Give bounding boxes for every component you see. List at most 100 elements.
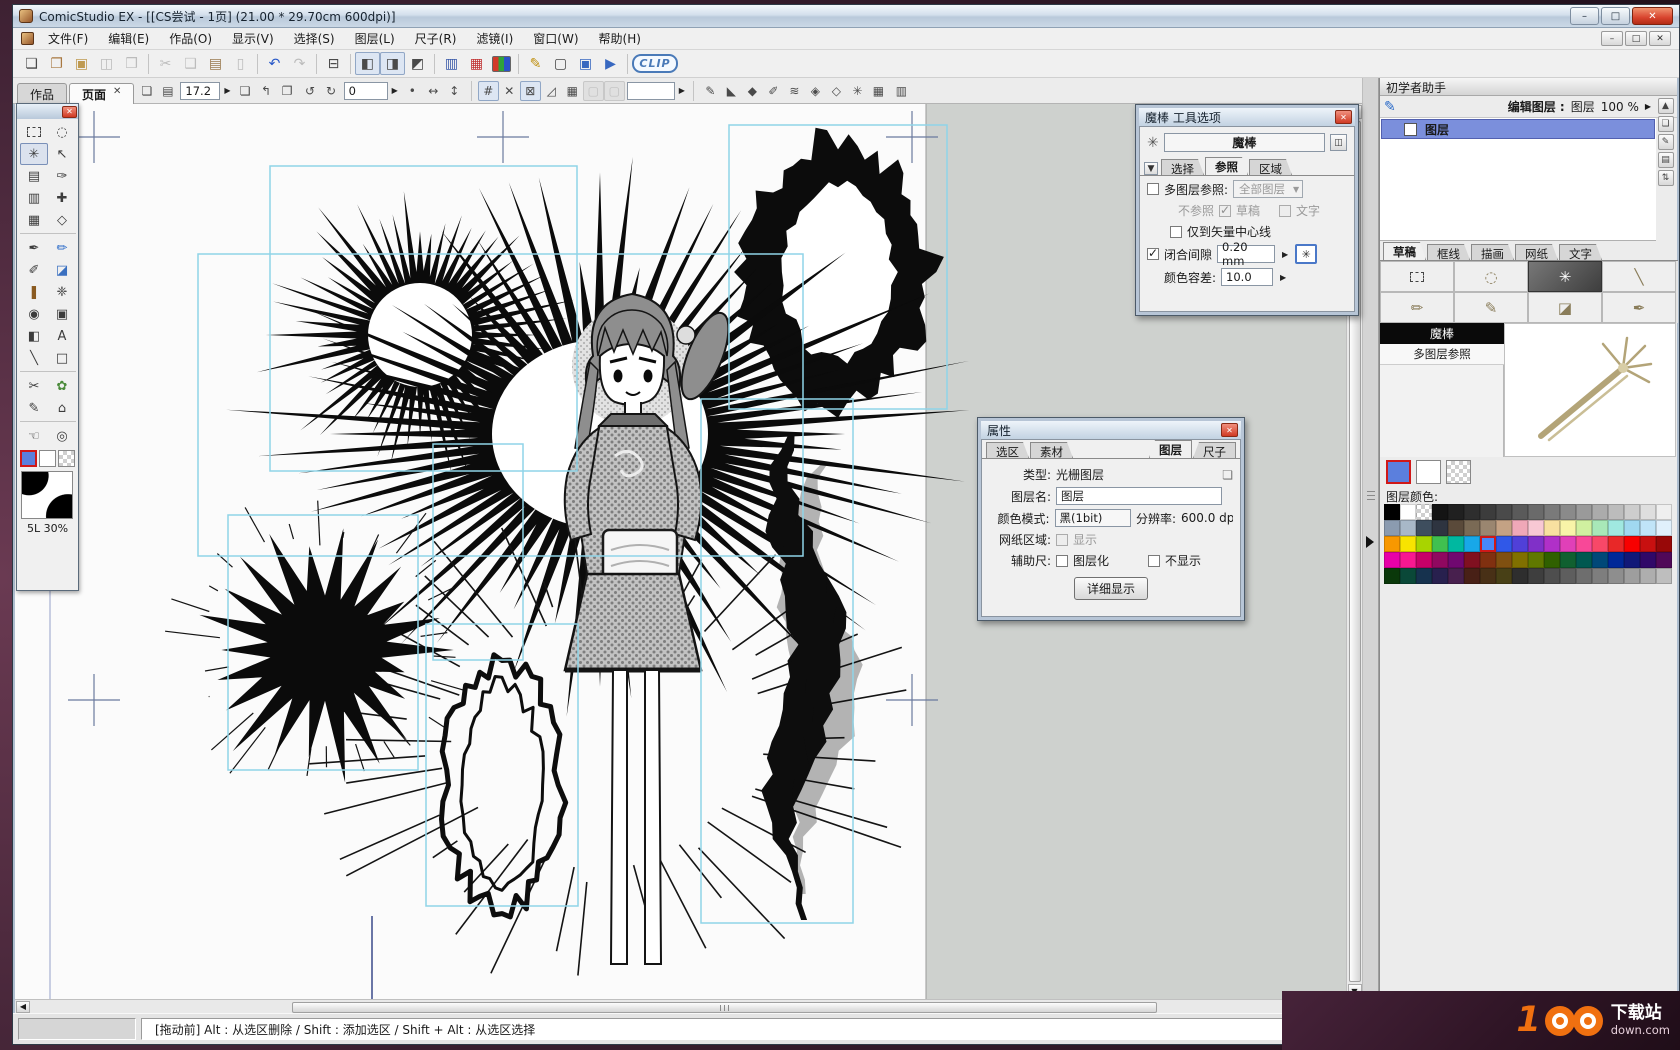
magic-wand-tool[interactable]: ✳ bbox=[1528, 261, 1602, 292]
palette-color[interactable] bbox=[1448, 552, 1464, 568]
menu-item-6[interactable]: 尺子(R) bbox=[405, 28, 467, 49]
palette-color[interactable] bbox=[1544, 536, 1560, 552]
window-both-icon[interactable]: ◩ bbox=[405, 52, 430, 75]
panel-blue-icon[interactable]: ▣ bbox=[573, 52, 598, 75]
palette-color[interactable] bbox=[1464, 552, 1480, 568]
palette-color[interactable] bbox=[1592, 552, 1608, 568]
layer-options-icon[interactable]: ▤ bbox=[1658, 152, 1674, 168]
pencil-tool[interactable]: ✏ bbox=[1380, 292, 1454, 323]
assistant-tab-3[interactable]: 网纸 bbox=[1515, 244, 1558, 260]
palette-color[interactable] bbox=[1528, 504, 1544, 520]
text-checkbox[interactable] bbox=[1279, 205, 1291, 217]
pen-tool[interactable]: ✒ bbox=[20, 237, 48, 259]
maximize-button[interactable]: □ bbox=[1601, 7, 1630, 25]
palette-color[interactable] bbox=[1448, 520, 1464, 536]
palette-color[interactable] bbox=[1576, 536, 1592, 552]
snap-opt1-icon[interactable]: ▢ bbox=[583, 81, 604, 101]
palette-color[interactable] bbox=[1512, 504, 1528, 520]
palette-color[interactable] bbox=[1464, 504, 1480, 520]
text-tool[interactable]: A bbox=[48, 325, 76, 347]
frame-tool-tool[interactable]: ▦ bbox=[20, 209, 48, 231]
hand-tool[interactable]: ☜ bbox=[20, 425, 48, 447]
palette-color[interactable] bbox=[1400, 520, 1416, 536]
layerize-checkbox[interactable] bbox=[1056, 555, 1068, 567]
close-palette-icon[interactable]: ✕ bbox=[62, 106, 77, 118]
print-icon[interactable]: ⊟ bbox=[321, 52, 346, 75]
palette-color[interactable] bbox=[1640, 568, 1656, 584]
minimize-button[interactable]: – bbox=[1570, 7, 1599, 25]
palette-color[interactable] bbox=[1544, 504, 1560, 520]
page-window-icon[interactable]: ❏ bbox=[136, 81, 157, 101]
triangle-ruler-icon[interactable]: ◣ bbox=[721, 81, 742, 101]
pen-tool[interactable]: ✎ bbox=[1454, 292, 1528, 323]
horizontal-scrollbar[interactable]: ◀ ▶ bbox=[15, 999, 1362, 1013]
palette-color[interactable] bbox=[1400, 552, 1416, 568]
play-icon[interactable]: ▶ bbox=[598, 52, 623, 75]
select-arrow-tool[interactable]: ↖ bbox=[48, 143, 76, 165]
flip-vertical-icon[interactable]: ↕ bbox=[444, 81, 465, 101]
new-story-icon[interactable]: ❐ bbox=[44, 52, 69, 75]
palette-color[interactable] bbox=[1656, 504, 1672, 520]
properties-left-tab-0[interactable]: 选区 bbox=[986, 442, 1029, 458]
palette-color[interactable] bbox=[1544, 568, 1560, 584]
palette-color[interactable] bbox=[1640, 552, 1656, 568]
tolerance-spin-icon[interactable]: ▶ bbox=[1278, 273, 1288, 282]
rotate-cw-icon[interactable]: ↻ bbox=[321, 81, 342, 101]
palette-color[interactable] bbox=[1608, 536, 1624, 552]
snap-grid-icon[interactable]: # bbox=[478, 81, 499, 101]
marquee-tool[interactable] bbox=[20, 121, 48, 143]
tolerance-field[interactable]: 10.0 bbox=[1221, 268, 1273, 286]
palette-color[interactable] bbox=[1432, 552, 1448, 568]
draft-checkbox[interactable] bbox=[1219, 205, 1231, 217]
magic-wand-tab-2[interactable]: 区域 bbox=[1249, 159, 1292, 175]
menu-item-9[interactable]: 帮助(H) bbox=[589, 28, 651, 49]
edit-layer-icon[interactable]: ✎ bbox=[1658, 134, 1674, 150]
palette-color[interactable] bbox=[1560, 536, 1576, 552]
checklist-icon[interactable]: ▦ bbox=[464, 52, 489, 75]
snap-frame-icon[interactable]: ⊠ bbox=[520, 81, 541, 101]
next-page-icon[interactable]: ❐ bbox=[277, 81, 298, 101]
window-story-icon[interactable]: ◧ bbox=[355, 52, 380, 75]
close-gap-field[interactable]: 0.20 mm bbox=[1217, 245, 1275, 263]
scroll-left-icon[interactable]: ◀ bbox=[16, 1001, 30, 1013]
palette-color[interactable] bbox=[1448, 568, 1464, 584]
tool-palette-titlebar[interactable]: ✕ bbox=[17, 104, 78, 119]
eraser-tool[interactable]: ◪ bbox=[48, 259, 76, 281]
palette-color[interactable] bbox=[1432, 536, 1448, 552]
palette-color[interactable] bbox=[1592, 504, 1608, 520]
palette-color[interactable] bbox=[1560, 504, 1576, 520]
assistant-tab-1[interactable]: 框线 bbox=[1427, 244, 1470, 260]
palette-color[interactable] bbox=[1512, 536, 1528, 552]
properties-left-tab-1[interactable]: 素材 bbox=[1030, 442, 1073, 458]
palette-color[interactable] bbox=[1512, 552, 1528, 568]
reorder-layer-icon[interactable]: ⇅ bbox=[1658, 170, 1674, 186]
menu-item-2[interactable]: 作品(O) bbox=[159, 28, 222, 49]
rotate-ccw-icon[interactable]: ↺ bbox=[300, 81, 321, 101]
ruler-select-field[interactable] bbox=[627, 82, 675, 100]
palette-color[interactable] bbox=[1496, 520, 1512, 536]
palette-color[interactable] bbox=[1656, 536, 1672, 552]
symmetry-ruler-icon[interactable]: ◇ bbox=[826, 81, 847, 101]
palette-color[interactable] bbox=[1480, 568, 1496, 584]
palette-color[interactable] bbox=[1544, 520, 1560, 536]
page-list-icon[interactable]: ▤ bbox=[157, 81, 178, 101]
assistant-tab-0[interactable]: 草稿 bbox=[1383, 242, 1426, 260]
layer-select-tool[interactable]: ▤ bbox=[20, 165, 48, 187]
menu-item-5[interactable]: 图层(L) bbox=[345, 28, 405, 49]
menu-item-1[interactable]: 编辑(E) bbox=[98, 28, 159, 49]
palette-color[interactable] bbox=[1528, 568, 1544, 584]
burst-ruler-icon[interactable]: ✳ bbox=[847, 81, 868, 101]
menu-item-0[interactable]: 文件(F) bbox=[38, 28, 98, 49]
color-brush-tool[interactable]: ✿ bbox=[48, 375, 76, 397]
eyedropper-tool[interactable]: ✑ bbox=[48, 165, 76, 187]
properties-right-tab-1[interactable]: 尺子 bbox=[1193, 442, 1236, 458]
assistant-tab-2[interactable]: 描画 bbox=[1471, 244, 1514, 260]
palette-color[interactable] bbox=[1640, 520, 1656, 536]
palette-color[interactable] bbox=[1432, 504, 1448, 520]
palette-color[interactable] bbox=[1448, 504, 1464, 520]
ref-list-item[interactable]: 多图层参照 bbox=[1380, 344, 1504, 365]
palette-color[interactable] bbox=[1560, 520, 1576, 536]
zoom-tool[interactable]: ◎ bbox=[48, 425, 76, 447]
gap-fill-icon[interactable]: ✳ bbox=[1295, 244, 1317, 264]
multi-layer-ref-checkbox[interactable] bbox=[1147, 183, 1159, 195]
